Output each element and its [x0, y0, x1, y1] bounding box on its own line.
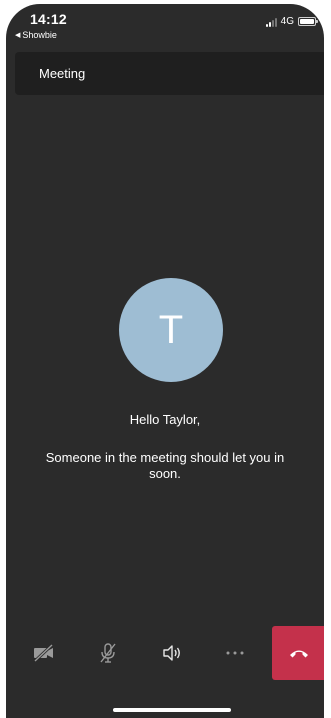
- speaker-icon: [163, 645, 180, 661]
- lobby-message: Someone in the meeting should let you in…: [45, 450, 285, 481]
- back-to-app-link[interactable]: ◀ Showbie: [15, 30, 57, 40]
- home-indicator[interactable]: [113, 708, 231, 712]
- mic-off-icon: [100, 643, 116, 663]
- avatar: T: [119, 278, 223, 382]
- phone-screen: 14:12 ◀ Showbie 4G Meeting T Hello Taylo…: [6, 4, 324, 718]
- hang-up-button[interactable]: [272, 626, 324, 680]
- status-indicators: 4G: [265, 16, 318, 27]
- avatar-initial: T: [158, 307, 184, 352]
- more-options-button[interactable]: [208, 626, 262, 680]
- hang-up-icon: [289, 650, 308, 658]
- camera-off-icon: [33, 643, 54, 663]
- signal-icon: [265, 17, 277, 27]
- camera-toggle-button[interactable]: [17, 626, 71, 680]
- back-triangle-icon: ◀: [15, 31, 21, 39]
- meeting-title: Meeting: [39, 66, 86, 81]
- status-time: 14:12: [30, 11, 67, 27]
- meeting-header: Meeting: [15, 52, 324, 95]
- mic-toggle-button[interactable]: [81, 626, 135, 680]
- more-options-icon: [226, 651, 244, 655]
- battery-icon: [298, 17, 318, 26]
- status-bar: 14:12 ◀ Showbie 4G: [6, 4, 324, 48]
- back-app-label: Showbie: [22, 30, 57, 40]
- network-label: 4G: [280, 16, 294, 27]
- greeting-text: Hello Taylor,: [129, 412, 201, 427]
- call-controls: [6, 626, 324, 684]
- speaker-button[interactable]: [145, 626, 199, 680]
